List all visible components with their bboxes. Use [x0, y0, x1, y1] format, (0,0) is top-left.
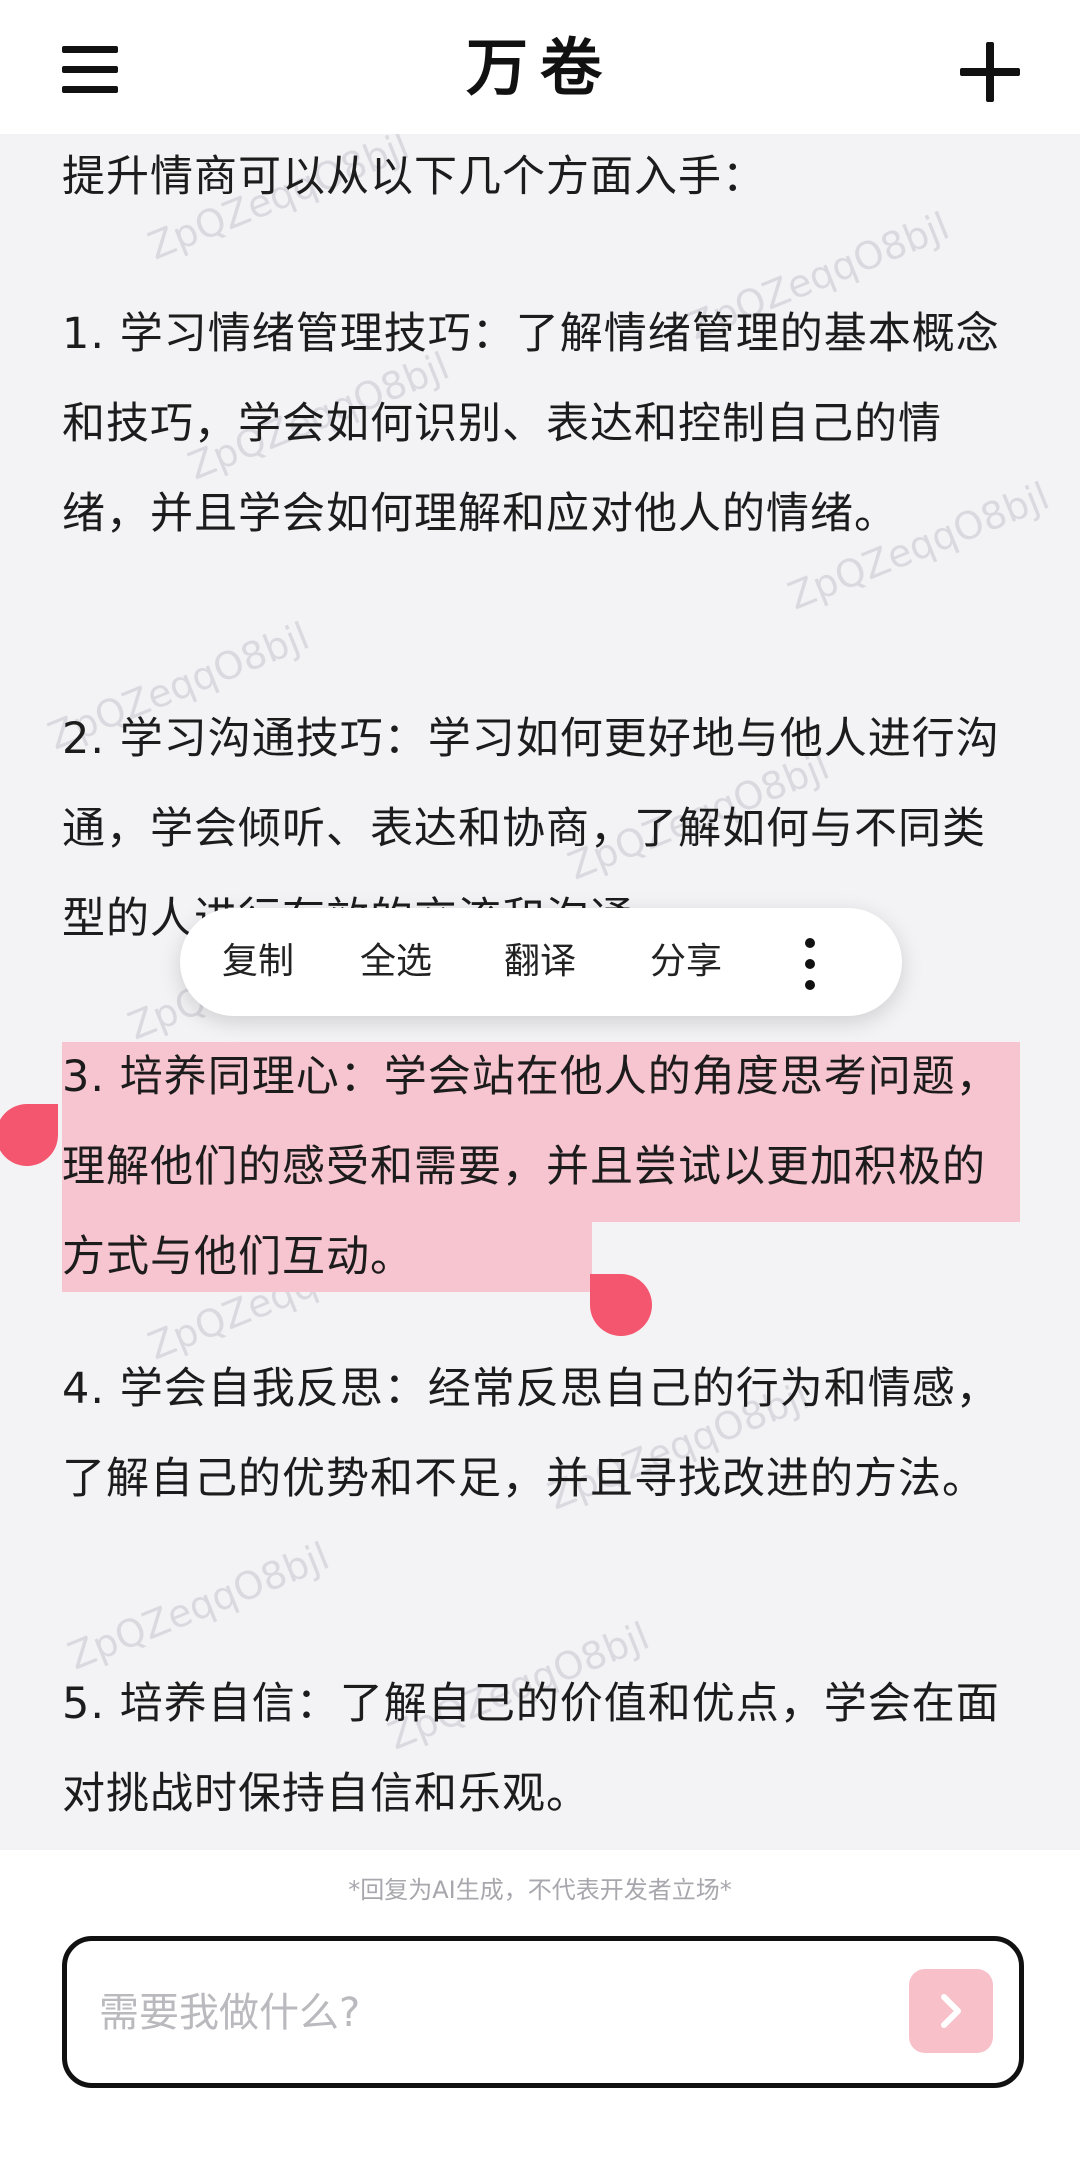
ai-disclaimer: *回复为AI生成，不代表开发者立场*: [348, 1876, 732, 1904]
message-input-box: [62, 1936, 1024, 2088]
more-options-icon[interactable]: [800, 938, 820, 990]
chevron-right-icon: [941, 1994, 961, 2028]
message-input[interactable]: [97, 1971, 841, 2055]
response-point-5: 5. 培养自信：了解自己的价值和优点，学会在面对挑战时保持自信和乐观。: [62, 1679, 1000, 1819]
selection-end-handle[interactable]: [590, 1274, 652, 1336]
response-point-4: 4. 学会自我反思：经常反思自己的行为和情感，了解自己的优势和不足，并且寻找改进…: [62, 1364, 1000, 1504]
translate-button[interactable]: 翻译: [504, 936, 576, 988]
response-point-1: 1. 学习情绪管理技巧：了解情绪管理的基本概念和技巧，学会如何识别、表达和控制自…: [62, 309, 1000, 539]
app-title: 万卷: [465, 31, 614, 104]
send-button[interactable]: [909, 1969, 993, 2053]
top-app-bar: 万卷: [0, 0, 1080, 134]
add-icon[interactable]: [960, 42, 1020, 102]
chat-footer: *回复为AI生成，不代表开发者立场*: [0, 1850, 1080, 2158]
watermark: ZpQZeqqO8bjl: [61, 1533, 336, 1679]
response-intro: 提升情商可以从以下几个方面入手：: [62, 152, 766, 202]
share-button[interactable]: 分享: [650, 936, 722, 988]
select-all-button[interactable]: 全选: [360, 936, 432, 988]
response-point-3: 3. 培养同理心：学会站在他人的角度思考问题，理解他们的感受和需要，并且尝试以更…: [62, 1052, 1000, 1282]
text-selection-menu: 复制 全选 翻译 分享: [180, 908, 902, 1016]
copy-button[interactable]: 复制: [222, 936, 294, 988]
